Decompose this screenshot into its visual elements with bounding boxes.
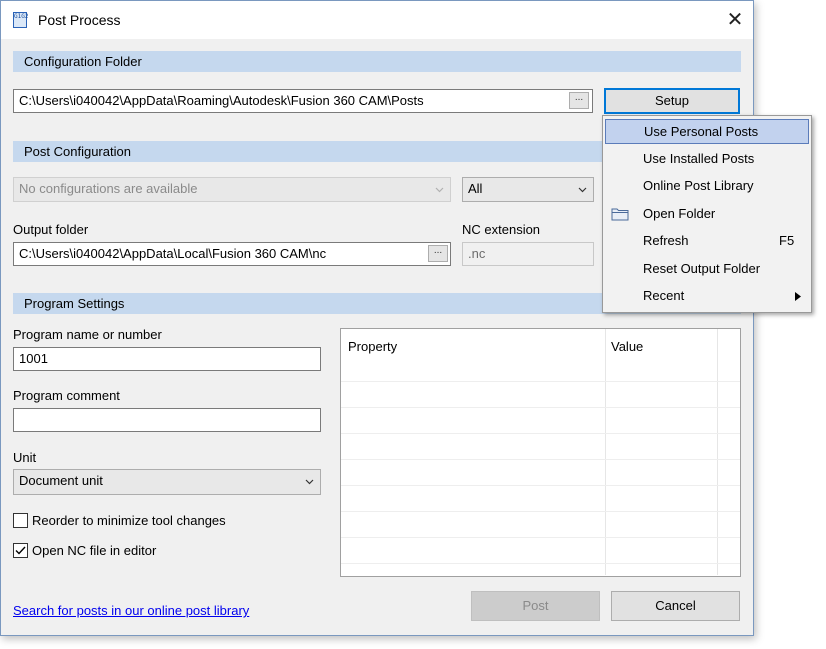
open-nc-checkbox[interactable]: [13, 543, 28, 558]
menu-item-label: Reset Output Folder: [643, 261, 761, 276]
grid-row-line: [341, 511, 740, 512]
configuration-select-value: No configurations are available: [19, 181, 198, 196]
menu-item-label: Use Installed Posts: [643, 151, 755, 166]
unit-label: Unit: [13, 450, 37, 465]
filter-select[interactable]: All: [462, 177, 594, 202]
nc-extension-text: .nc: [468, 246, 486, 261]
submenu-arrow-icon: [795, 292, 801, 301]
menu-item-use-personal-posts[interactable]: Use Personal Posts: [605, 119, 809, 144]
menu-item-recent[interactable]: Recent: [605, 284, 809, 309]
property-grid[interactable]: Property Value: [340, 328, 741, 577]
grid-row-line: [341, 537, 740, 538]
grid-row-line: [341, 485, 740, 486]
menu-item-label: Recent: [643, 288, 685, 303]
grid-row-line: [341, 381, 740, 382]
program-name-input[interactable]: 1001: [13, 347, 321, 371]
program-comment-label: Program comment: [13, 388, 120, 403]
unit-select[interactable]: Document unit: [13, 469, 321, 495]
column-divider: [717, 329, 718, 575]
grid-row-line: [341, 563, 740, 564]
config-folder-path-field[interactable]: C:\Users\i040042\AppData\Roaming\Autodes…: [13, 89, 593, 113]
cancel-button[interactable]: Cancel: [611, 591, 740, 621]
post-button[interactable]: Post: [471, 591, 600, 621]
menu-item-label: Refresh: [643, 233, 689, 248]
unit-select-value: Document unit: [19, 473, 103, 488]
chevron-down-icon: [305, 479, 314, 485]
post-process-app-icon: G1G2: [13, 12, 28, 28]
filter-select-value: All: [468, 181, 483, 196]
checkmark-icon: [15, 546, 26, 555]
property-column-header[interactable]: Property: [348, 339, 397, 354]
menu-item-label: Open Folder: [643, 206, 716, 221]
menu-item-open-folder[interactable]: Open Folder: [605, 202, 809, 227]
grid-row-line: [341, 407, 740, 408]
configuration-select: No configurations are available: [13, 177, 451, 202]
output-folder-text: C:\Users\i040042\AppData\Local\Fusion 36…: [19, 246, 327, 261]
close-button[interactable]: ✕: [717, 5, 753, 35]
value-column-header[interactable]: Value: [611, 339, 643, 354]
menu-item-reset-output-folder[interactable]: Reset Output Folder: [605, 257, 809, 282]
chevron-down-icon: [578, 187, 587, 193]
output-folder-field[interactable]: C:\Users\i040042\AppData\Local\Fusion 36…: [13, 242, 451, 266]
program-name-value: 1001: [19, 351, 48, 366]
folder-icon: [611, 208, 629, 221]
menu-item-shortcut: F5: [779, 233, 795, 248]
post-process-dialog: G1G2 Post Process ✕ Configuration Folder…: [0, 0, 754, 636]
title-bar[interactable]: G1G2 Post Process ✕: [1, 1, 753, 39]
window-title: Post Process: [38, 12, 121, 28]
menu-item-online-post-library[interactable]: Online Post Library: [605, 174, 809, 199]
output-folder-label: Output folder: [13, 222, 89, 237]
config-folder-path-text: C:\Users\i040042\AppData\Roaming\Autodes…: [19, 93, 424, 108]
close-icon: ✕: [726, 9, 744, 31]
config-folder-browse-button[interactable]: ...: [569, 92, 589, 109]
nc-extension-label: NC extension: [462, 222, 541, 237]
section-configuration-folder: Configuration Folder: [13, 51, 741, 72]
reorder-label[interactable]: Reorder to minimize tool changes: [32, 513, 226, 528]
setup-button[interactable]: Setup: [604, 88, 740, 114]
grid-row-line: [341, 459, 740, 460]
program-name-label: Program name or number: [13, 327, 162, 342]
nc-extension-field[interactable]: .nc: [462, 242, 594, 266]
menu-item-label: Online Post Library: [643, 178, 754, 193]
open-nc-label[interactable]: Open NC file in editor: [32, 543, 156, 558]
menu-item-use-installed-posts[interactable]: Use Installed Posts: [605, 147, 809, 172]
online-post-library-link[interactable]: Search for posts in our online post libr…: [13, 603, 249, 618]
menu-item-label: Use Personal Posts: [644, 124, 759, 139]
chevron-down-icon: [435, 187, 444, 193]
menu-item-refresh[interactable]: Refresh F5: [605, 229, 809, 254]
column-divider: [605, 329, 606, 575]
grid-row-line: [341, 433, 740, 434]
reorder-checkbox[interactable]: [13, 513, 28, 528]
output-folder-browse-button[interactable]: ...: [428, 245, 448, 262]
setup-menu: Use Personal Posts Use Installed Posts O…: [602, 115, 812, 313]
program-comment-input[interactable]: [13, 408, 321, 432]
